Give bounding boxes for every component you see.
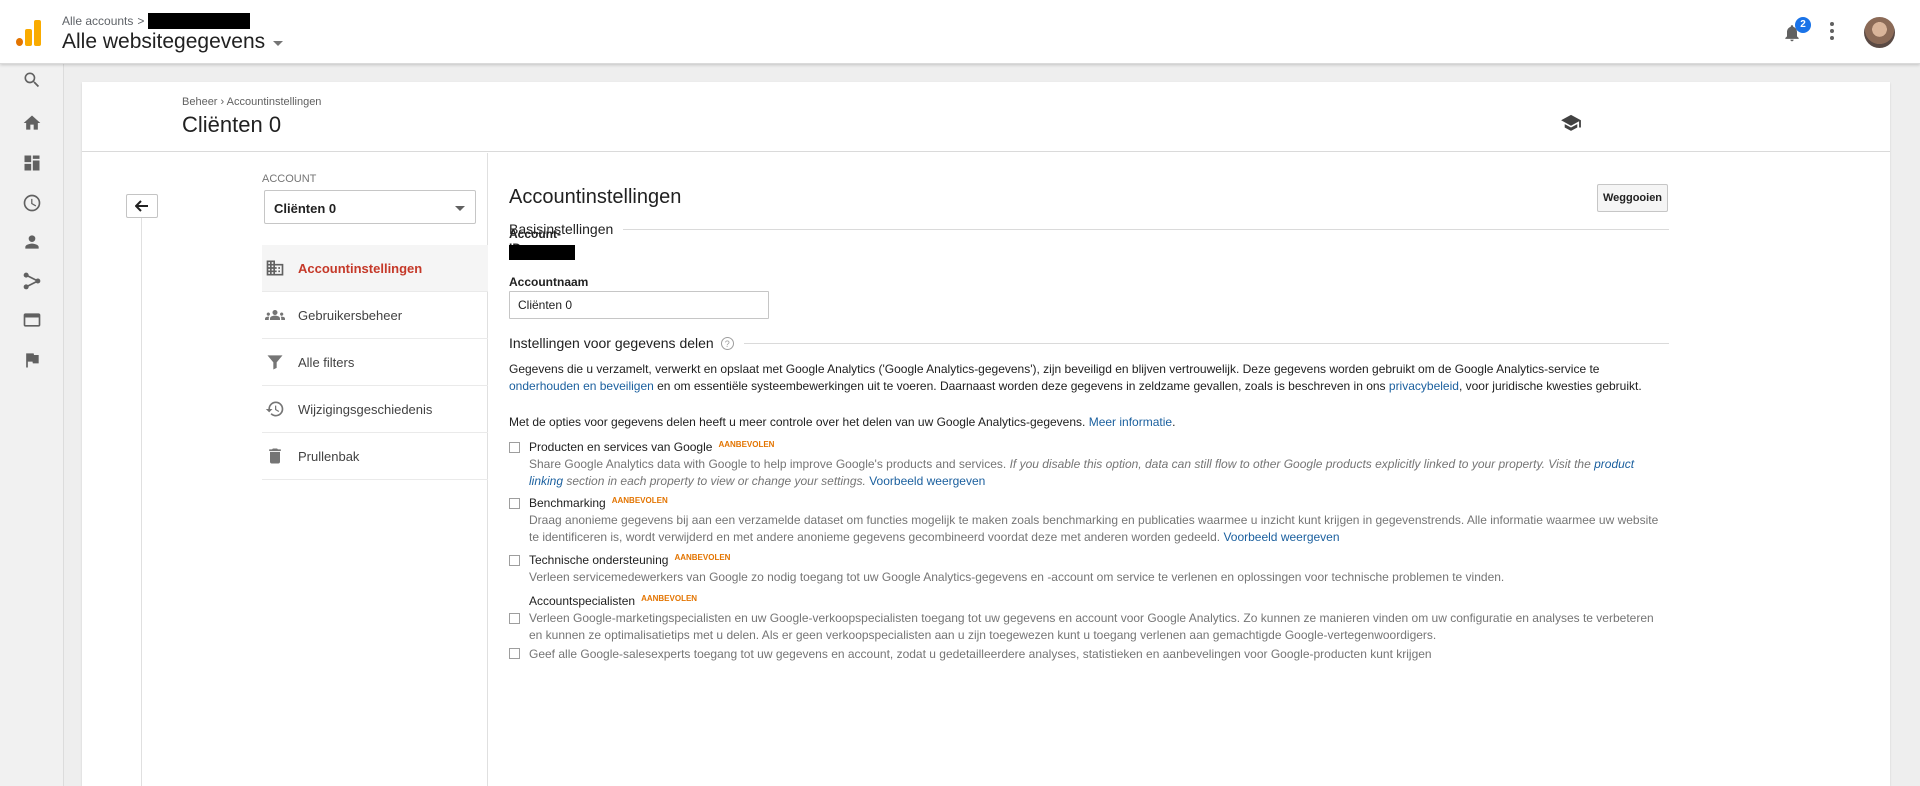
- recommended-badge: AANBEVOLEN: [674, 553, 731, 562]
- data-sharing-heading: Instellingen voor gegevens delen ?: [509, 335, 1669, 351]
- caret-down-icon: [273, 41, 284, 46]
- nav-item-label: Alle filters: [298, 354, 355, 370]
- example-link[interactable]: Voorbeeld weergeven: [869, 474, 985, 488]
- recommended-badge: AANBEVOLEN: [611, 496, 668, 505]
- more-vert-icon[interactable]: [1829, 22, 1835, 42]
- data-sharing-more: Met de opties voor gegevens delen heeft …: [509, 415, 1176, 429]
- flag-icon[interactable]: [20, 348, 44, 372]
- person-icon[interactable]: [20, 230, 44, 254]
- option-title: Accountspecialisten AANBEVOLEN: [529, 594, 698, 608]
- column-divider: [141, 218, 142, 786]
- account-name-input[interactable]: [509, 291, 769, 319]
- discard-button[interactable]: Weggooien: [1597, 184, 1668, 212]
- avatar[interactable]: [1864, 17, 1895, 48]
- caret-down-icon: [455, 206, 465, 211]
- dashboard-icon[interactable]: [20, 151, 44, 175]
- display-icon[interactable]: [20, 308, 44, 332]
- arrow-back-icon: [135, 200, 148, 212]
- option-description: Geef alle Google-salesexperts toegang to…: [529, 647, 1432, 661]
- option-title: Producten en services van Google AANBEVOL…: [529, 440, 775, 454]
- account-breadcrumb[interactable]: Alle accounts >: [62, 13, 251, 29]
- account-column-label: ACCOUNT: [262, 173, 317, 185]
- content-title: Accountinstellingen: [509, 186, 682, 208]
- option-description: Verleen Google-marketingspecialisten en …: [529, 611, 1654, 642]
- nav-item-label: Wijzigingsgeschiedenis: [298, 401, 433, 417]
- example-link[interactable]: Voorbeeld weergeven: [1223, 530, 1339, 544]
- checkbox-account-specialists[interactable]: [509, 613, 520, 624]
- checkbox-technical-support[interactable]: [509, 555, 520, 566]
- search-icon[interactable]: [20, 68, 44, 92]
- share-icon[interactable]: [20, 269, 44, 293]
- checkbox-google-products[interactable]: [509, 442, 520, 453]
- clock-icon[interactable]: [20, 191, 44, 215]
- nav-item-gebruikersbeheer[interactable]: Gebruikersbeheer: [262, 292, 488, 339]
- redacted-account-name: [148, 13, 251, 29]
- nav-item-accountinstellingen[interactable]: Accountinstellingen: [262, 245, 488, 292]
- analytics-logo-icon[interactable]: [16, 20, 42, 46]
- nav-item-wijzigingsgeschiedenis[interactable]: Wijzigingsgeschiedenis: [262, 386, 488, 433]
- maintain-protect-link[interactable]: onderhouden en beveiligen: [509, 379, 654, 393]
- trash-icon: [269, 448, 281, 464]
- option-title: Benchmarking AANBEVOLEN: [529, 496, 668, 510]
- admin-nav: Accountinstellingen Gebruikersbeheer All…: [262, 245, 488, 480]
- left-nav-rail: [0, 64, 64, 786]
- back-button[interactable]: [126, 194, 158, 218]
- redacted-account-id: [509, 245, 575, 260]
- all-accounts-link[interactable]: Alle accounts: [62, 14, 133, 28]
- nav-item-label: Gebruikersbeheer: [298, 307, 403, 323]
- property-name: Alle websitegegevens: [62, 30, 266, 53]
- account-select-value: Cliënten 0: [274, 201, 337, 216]
- building-icon: [266, 260, 284, 276]
- users-icon: [265, 310, 285, 320]
- breadcrumb-separator: >: [137, 14, 145, 28]
- privacy-policy-link[interactable]: privacybeleid: [1389, 379, 1459, 393]
- page-title: Cliënten 0: [182, 112, 282, 137]
- help-icon[interactable]: ?: [720, 336, 734, 350]
- breadcrumb[interactable]: Beheer › Accountinstellingen: [182, 96, 321, 108]
- recommended-badge: AANBEVOLEN: [641, 594, 698, 603]
- home-icon[interactable]: [20, 111, 44, 135]
- option-title: Technische ondersteuning AANBEVOLEN: [529, 553, 731, 567]
- data-sharing-intro: Gegevens die u verzamelt, verwerkt en op…: [509, 362, 1642, 393]
- panel-header: Beheer › Accountinstellingen Cliënten 0: [82, 82, 1890, 152]
- basic-settings-heading: Basisinstellingen: [509, 221, 1669, 237]
- admin-account-column: ACCOUNT Cliënten 0 Accountinstellingen G…: [182, 153, 488, 786]
- nav-item-alle-filters[interactable]: Alle filters: [262, 339, 488, 386]
- filter-icon: [267, 355, 283, 370]
- nav-item-label: Prullenbak: [298, 448, 360, 464]
- option-description: Verleen servicemedewerkers van Google zo…: [529, 570, 1505, 584]
- checkbox-benchmarking[interactable]: [509, 498, 520, 509]
- history-icon: [265, 401, 284, 417]
- nav-item-prullenbak[interactable]: Prullenbak: [262, 433, 488, 480]
- checkbox-sales-experts[interactable]: [509, 648, 520, 659]
- account-name-label: Accountnaam: [509, 275, 589, 289]
- top-bar: Alle accounts > Alle websitegegevens 2: [0, 0, 1920, 64]
- option-description: Draag anonieme gegevens bij aan een verz…: [529, 513, 1659, 544]
- nav-item-label: Accountinstellingen: [298, 260, 423, 276]
- account-select[interactable]: Cliënten 0: [264, 190, 476, 224]
- admin-panel: Beheer › Accountinstellingen Cliënten 0 …: [82, 82, 1890, 786]
- property-selector[interactable]: Alle websitegegevens: [62, 30, 284, 54]
- notification-badge[interactable]: 2: [1795, 17, 1811, 33]
- recommended-badge: AANBEVOLEN: [718, 440, 775, 449]
- option-description: Share Google Analytics data with Google …: [529, 457, 1635, 488]
- learn-more-link[interactable]: Meer informatie: [1089, 415, 1172, 429]
- graduation-cap-icon[interactable]: [1560, 114, 1582, 132]
